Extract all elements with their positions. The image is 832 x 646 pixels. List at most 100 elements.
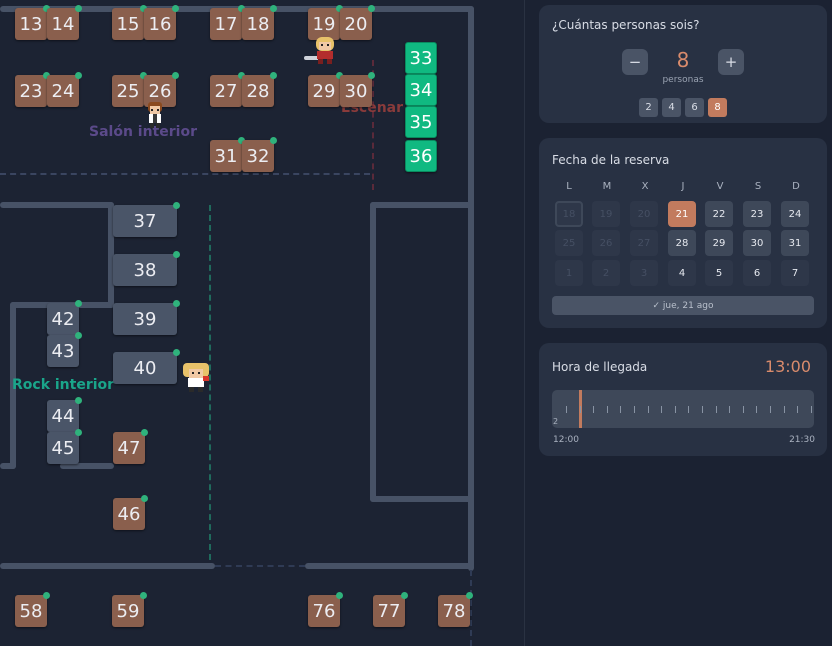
day-cell[interactable]: 6 (743, 260, 771, 286)
table-77[interactable]: 77 (373, 592, 408, 627)
day-cell[interactable]: 29 (705, 230, 733, 256)
table-23[interactable]: 23 (15, 72, 50, 107)
status-dot (172, 72, 179, 79)
table-18[interactable]: 18 (242, 5, 277, 40)
day-cell: 27 (630, 230, 658, 256)
table-number: 24 (51, 80, 75, 102)
party-size-card: ¿Cuántas personas sois? − + 8 personas 2… (539, 5, 827, 123)
table-number: 43 (51, 340, 75, 362)
table-13[interactable]: 13 (15, 5, 50, 40)
table-number: 23 (19, 80, 43, 102)
table-17[interactable]: 17 (210, 5, 245, 40)
table-number: 15 (116, 13, 140, 35)
table-36[interactable]: 36 (405, 140, 437, 172)
table-number: 78 (442, 600, 466, 622)
status-dot (336, 592, 343, 599)
day-cell[interactable]: 5 (705, 260, 733, 286)
table-34[interactable]: 34 (405, 74, 437, 106)
table-47[interactable]: 47 (113, 429, 148, 464)
range-end-label: 21:30 (789, 435, 815, 445)
quick-option-6[interactable]: 6 (685, 98, 704, 117)
status-dot (270, 5, 277, 12)
table-39[interactable]: 39 (113, 300, 180, 335)
table-58[interactable]: 58 (15, 592, 50, 627)
arrival-time-slider[interactable]: 2 (552, 390, 814, 428)
arrival-time-card: Hora de llegada 13:00 2 12:00 21:30 (539, 343, 827, 456)
table-42[interactable]: 42 (47, 300, 82, 335)
day-cell[interactable]: 7 (781, 260, 809, 286)
slider-tick (742, 406, 744, 413)
day-cell[interactable]: 31 (781, 230, 809, 256)
slider-tick (620, 406, 622, 413)
zone-border (372, 60, 374, 190)
table-27[interactable]: 27 (210, 72, 245, 107)
table-14[interactable]: 14 (47, 5, 82, 40)
quick-option-8[interactable]: 8 (708, 98, 727, 117)
quick-option-4[interactable]: 4 (662, 98, 681, 117)
table-37[interactable]: 37 (113, 202, 180, 237)
zone-border (0, 173, 370, 175)
slider-tick (674, 406, 676, 413)
table-78[interactable]: 78 (438, 592, 473, 627)
table-32[interactable]: 32 (242, 137, 277, 172)
table-43[interactable]: 43 (47, 332, 82, 367)
range-start-label: 12:00 (553, 435, 579, 445)
day-cell: 19 (592, 201, 620, 227)
table-35[interactable]: 35 (405, 106, 437, 138)
day-cell[interactable]: 24 (781, 201, 809, 227)
table-number: 29 (312, 80, 336, 102)
weekday-label: S (754, 181, 762, 192)
waiter-character-icon (148, 102, 162, 128)
day-cell[interactable]: 22 (705, 201, 733, 227)
party-count: 8 (676, 48, 690, 72)
status-dot (270, 72, 277, 79)
day-cell-selected[interactable]: 21 (668, 201, 696, 227)
weekday-label: M (602, 181, 612, 192)
table-16[interactable]: 16 (144, 5, 179, 40)
party-unit-label: personas (662, 75, 704, 85)
table-31[interactable]: 31 (210, 137, 245, 172)
day-cell[interactable]: 4 (668, 260, 696, 286)
slider-tick (606, 406, 608, 413)
table-40[interactable]: 40 (113, 349, 180, 384)
table-29[interactable]: 29 (308, 72, 343, 107)
table-44[interactable]: 44 (47, 397, 82, 432)
day-cell[interactable]: 28 (668, 230, 696, 256)
table-46[interactable]: 46 (113, 495, 148, 530)
table-number: 47 (117, 437, 141, 459)
table-number: 17 (214, 13, 238, 35)
wall (0, 202, 114, 208)
table-15[interactable]: 15 (112, 5, 147, 40)
table-number: 38 (133, 259, 157, 281)
table-number: 14 (51, 13, 75, 35)
table-28[interactable]: 28 (242, 72, 277, 107)
slider-tick (715, 406, 717, 413)
status-dot (75, 429, 82, 436)
table-45[interactable]: 45 (47, 429, 82, 464)
table-76[interactable]: 76 (308, 592, 343, 627)
table-25[interactable]: 25 (112, 72, 147, 107)
table-24[interactable]: 24 (47, 72, 82, 107)
table-33[interactable]: 33 (405, 42, 437, 74)
table-number: 13 (19, 13, 43, 35)
status-dot (140, 592, 147, 599)
weekday-label: L (566, 181, 572, 192)
table-38[interactable]: 38 (113, 251, 180, 286)
quick-option-2[interactable]: 2 (639, 98, 658, 117)
day-cell[interactable]: 30 (743, 230, 771, 256)
slider-tick (810, 406, 812, 413)
status-dot (173, 202, 180, 209)
wall (305, 563, 474, 569)
table-number: 42 (51, 308, 75, 330)
table-59[interactable]: 59 (112, 592, 147, 627)
table-number: 18 (246, 13, 270, 35)
zone-border (470, 570, 472, 646)
slider-tick (756, 406, 758, 413)
floor-map[interactable]: Salón interior Escenar Rock interior 13 … (0, 0, 524, 646)
day-cell[interactable]: 23 (743, 201, 771, 227)
slider-tick (770, 406, 771, 413)
day-cell: 18 (555, 201, 583, 227)
table-30[interactable]: 30 (340, 72, 375, 107)
table-number: 26 (148, 80, 172, 102)
status-dot (270, 137, 277, 144)
